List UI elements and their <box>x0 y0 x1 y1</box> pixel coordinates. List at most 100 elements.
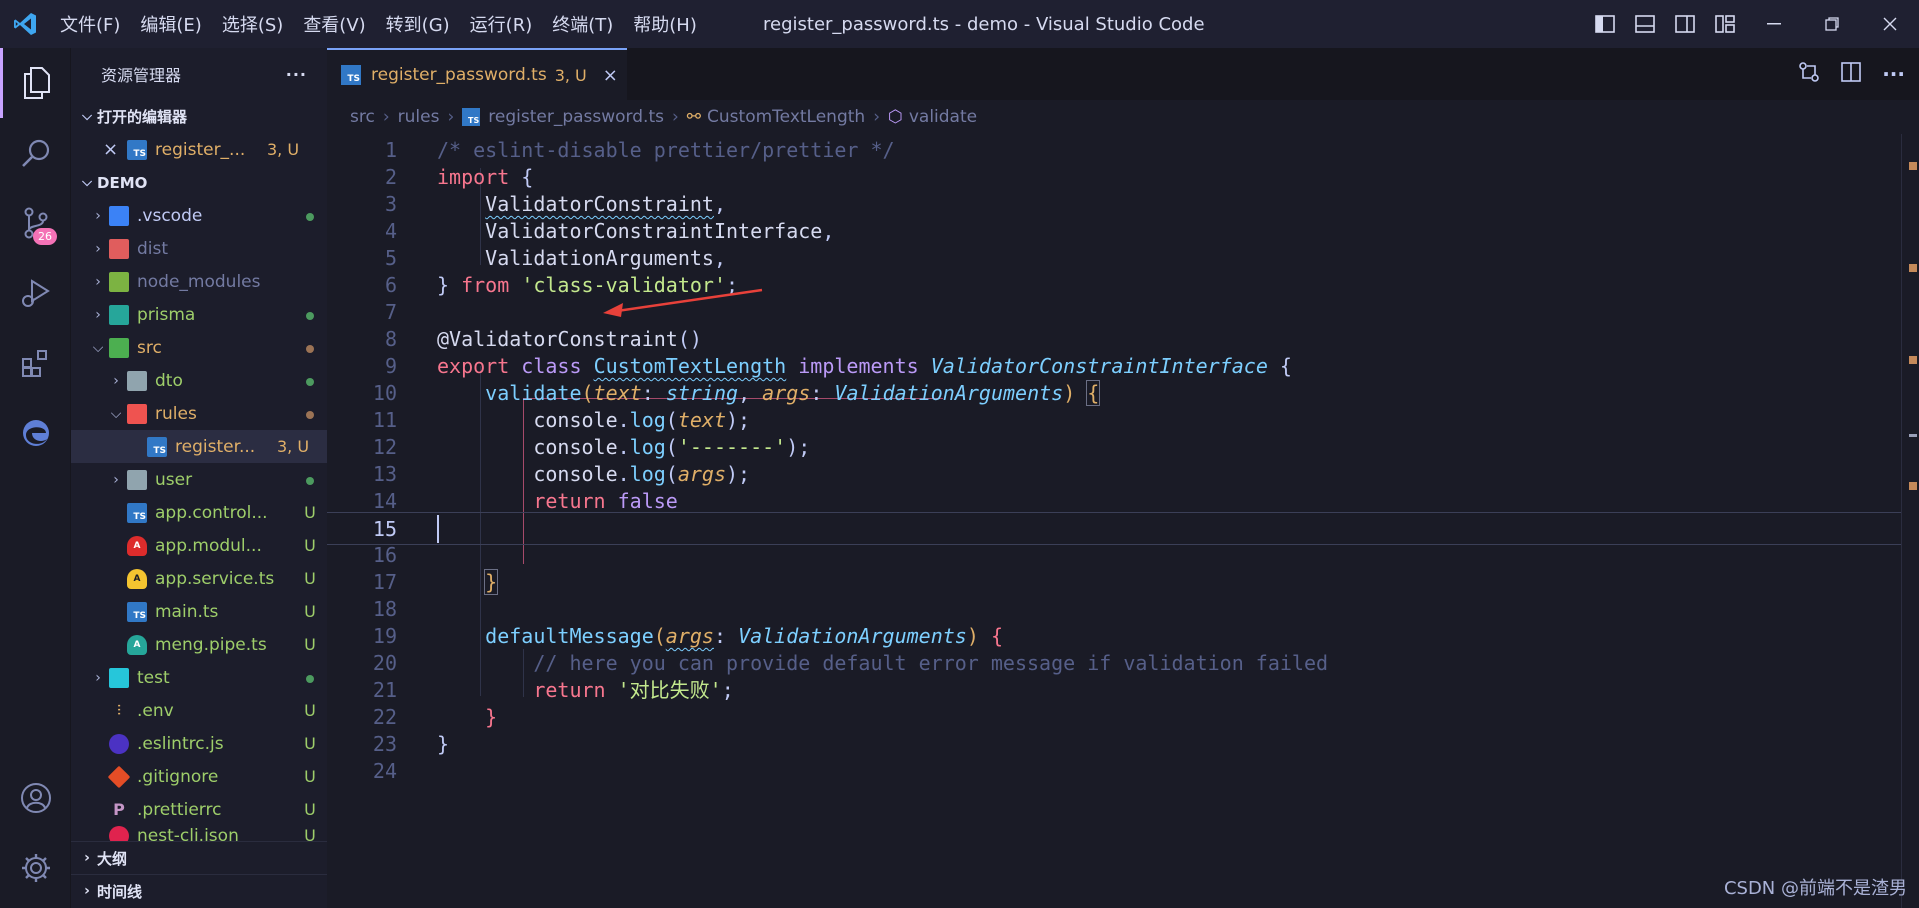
git-status: U <box>304 602 316 621</box>
open-editor-item[interactable]: × TS register_... 3, U <box>71 133 327 166</box>
scrollbar-marker <box>1909 356 1917 364</box>
open-changes-icon[interactable] <box>1798 61 1820 87</box>
settings-icon[interactable] <box>0 833 71 903</box>
code-token: return <box>533 489 606 513</box>
workspace-section[interactable]: ⌵ DEMO <box>71 166 327 199</box>
tree-folder-src[interactable]: ⌵ src <box>71 331 327 364</box>
code-token: '-------' <box>677 435 787 459</box>
breadcrumb-item[interactable]: rules <box>398 107 440 127</box>
extensions-icon[interactable] <box>0 328 71 398</box>
tree-item-label: user <box>155 469 193 490</box>
run-debug-icon[interactable] <box>0 258 71 328</box>
tree-folder-dist[interactable]: › dist <box>71 232 327 265</box>
tree-item-label: .vscode <box>137 205 203 226</box>
tree-file-prettierrc[interactable]: P .prettierrc U <box>71 793 327 826</box>
breadcrumb-item[interactable]: CustomTextLength <box>707 107 865 127</box>
git-status: U <box>304 767 316 786</box>
restore-icon[interactable] <box>1803 0 1861 48</box>
scrollbar-marker <box>1909 434 1917 437</box>
tree-file-app-module[interactable]: A app.modul... U <box>71 529 327 562</box>
code-token: text <box>593 381 642 405</box>
tree-folder-user[interactable]: › user <box>71 463 327 496</box>
tree-file-register-password[interactable]: TS register... 3, U <box>71 430 327 463</box>
menu-view[interactable]: 查看(V) <box>293 0 375 48</box>
editor-tab[interactable]: TS register_password.ts 3, U × <box>327 48 627 100</box>
tree-file-app-service[interactable]: A app.service.ts U <box>71 562 327 595</box>
edge-icon[interactable] <box>0 398 71 468</box>
close-window-icon[interactable] <box>1861 0 1919 48</box>
tree-file-main[interactable]: TS main.ts U <box>71 595 327 628</box>
tab-label: register_password.ts <box>371 65 547 85</box>
dist-folder-icon <box>109 238 129 259</box>
git-status: U <box>304 734 316 753</box>
explorer-icon[interactable] <box>0 48 71 118</box>
open-editors-section[interactable]: ⌵ 打开的编辑器 <box>71 100 327 133</box>
tree-file-meng-pipe[interactable]: A meng.pipe.ts U <box>71 628 327 661</box>
editor-scrollbar[interactable] <box>1901 134 1919 908</box>
typescript-file-icon: TS <box>127 502 147 523</box>
outline-section[interactable]: › 大纲 <box>71 841 327 874</box>
account-icon[interactable] <box>0 763 71 833</box>
code-token: ValidatorConstraintInterface <box>485 219 823 243</box>
tree-file-env[interactable]: ⫶ .env U <box>71 694 327 727</box>
tree-file-app-controller[interactable]: TS app.control... U <box>71 496 327 529</box>
code-editor[interactable]: 1/* eslint-disable prettier/prettier */ … <box>327 134 1919 908</box>
code-token: ValidationArguments <box>834 381 1064 405</box>
tree-item-label: app.service.ts <box>155 568 275 589</box>
timeline-label: 时间线 <box>97 882 143 901</box>
git-status: U <box>304 569 316 588</box>
tree-folder-prisma[interactable]: › prisma <box>71 298 327 331</box>
toggle-primary-sidebar-icon[interactable] <box>1585 0 1625 48</box>
menu-terminal[interactable]: 终端(T) <box>542 0 623 48</box>
menu-help[interactable]: 帮助(H) <box>623 0 707 48</box>
code-token: import <box>437 165 510 189</box>
split-editor-icon[interactable] <box>1840 61 1862 87</box>
code-token: @ValidatorConstraint <box>437 327 678 351</box>
typescript-file-icon: TS <box>127 139 147 160</box>
menu-go[interactable]: 转到(G) <box>376 0 460 48</box>
chevron-right-icon: › <box>84 850 90 866</box>
more-editor-actions-icon[interactable]: ··· <box>1882 62 1905 86</box>
menu-bar: 文件(F) 编辑(E) 选择(S) 查看(V) 转到(G) 运行(R) 终端(T… <box>50 0 707 48</box>
folder-icon <box>127 370 147 391</box>
toggle-secondary-sidebar-icon[interactable] <box>1665 0 1705 48</box>
close-editor-icon[interactable]: × <box>103 139 127 160</box>
menu-edit[interactable]: 编辑(E) <box>130 0 211 48</box>
menu-selection[interactable]: 选择(S) <box>212 0 293 48</box>
tree-folder-vscode[interactable]: › .vscode <box>71 199 327 232</box>
tree-file-eslintrc[interactable]: .eslintrc.js U <box>71 727 327 760</box>
tree-file-gitignore[interactable]: .gitignore U <box>71 760 327 793</box>
chevron-right-icon: › <box>95 306 101 323</box>
more-actions-icon[interactable]: ··· <box>286 65 307 84</box>
menu-file[interactable]: 文件(F) <box>50 0 130 48</box>
tree-item-label: .prettierrc <box>137 799 222 820</box>
git-status: U <box>304 800 316 819</box>
close-tab-icon[interactable]: × <box>603 65 618 86</box>
minimize-icon[interactable] <box>1745 0 1803 48</box>
tree-folder-rules[interactable]: ⌵ rules <box>71 397 327 430</box>
tree-folder-node-modules[interactable]: › node_modules <box>71 265 327 298</box>
chevron-right-icon: › <box>84 883 90 899</box>
breadcrumb-item[interactable]: validate <box>909 107 977 127</box>
editor-tab-bar: TS register_password.ts 3, U × ··· <box>327 48 1919 100</box>
tree-folder-test[interactable]: › test <box>71 661 327 694</box>
tree-item-label: dist <box>137 238 169 259</box>
watermark: CSDN @前端不是渣男 <box>1723 878 1907 899</box>
timeline-section[interactable]: › 时间线 <box>71 874 327 907</box>
breadcrumb-item[interactable]: register_password.ts <box>488 107 664 127</box>
breadcrumb-item[interactable]: src <box>350 107 375 127</box>
tree-folder-dto[interactable]: › dto <box>71 364 327 397</box>
source-control-icon[interactable]: 26 <box>0 188 71 258</box>
tree-file-nest-cli[interactable]: nest-cli.json U <box>71 826 327 842</box>
search-icon[interactable] <box>0 118 71 188</box>
customize-layout-icon[interactable] <box>1705 0 1745 48</box>
chevron-right-icon: › <box>113 471 119 488</box>
src-folder-icon <box>109 337 129 358</box>
code-token: from <box>461 273 510 297</box>
folder-icon <box>127 469 147 490</box>
breadcrumb: src › rules › TS register_password.ts › … <box>327 100 1919 134</box>
code-token: validate <box>485 381 582 405</box>
git-status-dot <box>293 668 327 687</box>
toggle-panel-icon[interactable] <box>1625 0 1665 48</box>
menu-run[interactable]: 运行(R) <box>460 0 543 48</box>
